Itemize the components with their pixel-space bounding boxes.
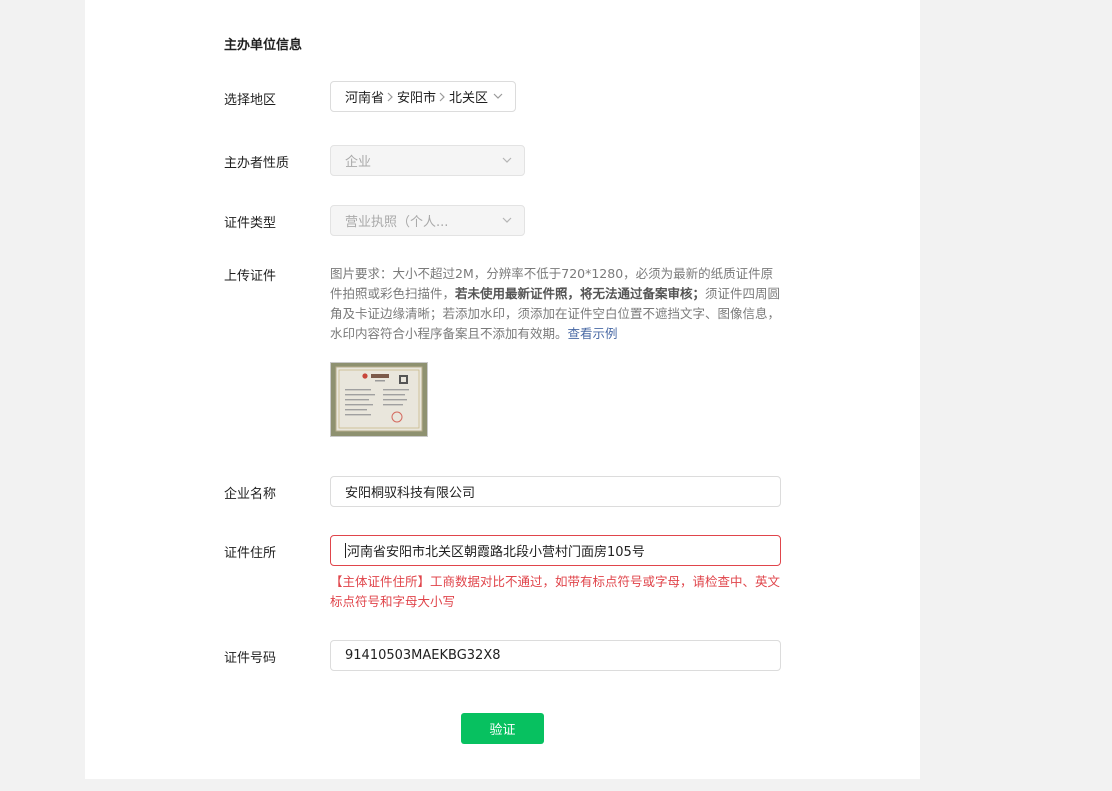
- chevron-right-icon: [386, 91, 394, 103]
- organizer-type-value: 企业: [345, 155, 372, 170]
- organizer-type-label: 主办者性质: [224, 156, 290, 171]
- license-image-icon: [331, 363, 427, 436]
- form-card: 主办单位信息 选择地区 河南省 安阳市 北关区 主办者性质 企业 证件类型 营业…: [85, 0, 920, 779]
- cert-number-value: 91410503MAEKBG32X8: [345, 648, 501, 663]
- cert-type-select[interactable]: 营业执照（个人...: [330, 205, 525, 236]
- chevron-down-icon: [493, 91, 503, 101]
- verify-button[interactable]: 验证: [461, 713, 544, 744]
- company-name-value: 安阳桐驭科技有限公司: [345, 486, 476, 501]
- cert-number-label: 证件号码: [224, 651, 277, 666]
- city-value: 安阳市: [397, 91, 437, 106]
- cert-number-input[interactable]: 91410503MAEKBG32X8: [330, 640, 781, 671]
- company-name-input[interactable]: 安阳桐驭科技有限公司: [330, 476, 781, 507]
- cert-type-value: 营业执照（个人...: [345, 215, 449, 230]
- chevron-right-icon: [438, 91, 446, 103]
- province-value: 河南省: [345, 91, 385, 106]
- help-text-emphasis: 若未使用最新证件照，将无法通过备案审核；: [455, 286, 706, 301]
- cert-address-label: 证件住所: [224, 546, 277, 561]
- chevron-down-icon: [502, 215, 512, 225]
- region-select[interactable]: 河南省 安阳市 北关区: [330, 81, 516, 112]
- organizer-type-select[interactable]: 企业: [330, 145, 525, 176]
- section-title: 主办单位信息: [224, 38, 303, 53]
- text-caret: [345, 543, 346, 558]
- district-value: 北关区: [449, 91, 489, 106]
- cert-type-label: 证件类型: [224, 216, 277, 231]
- cert-address-value: 河南省安阳市北关区朝霞路北段小营村门面房105号: [347, 545, 645, 560]
- company-name-label: 企业名称: [224, 487, 277, 502]
- cert-address-error: 【主体证件住所】工商数据对比不通过，如带有标点符号或字母，请检查中、英文标点符号…: [330, 574, 781, 609]
- cert-address-input[interactable]: 河南省安阳市北关区朝霞路北段小营村门面房105号: [330, 535, 781, 566]
- uploaded-license-thumbnail[interactable]: [330, 362, 428, 437]
- view-example-link[interactable]: 查看示例: [568, 326, 618, 341]
- chevron-down-icon: [502, 155, 512, 165]
- region-label: 选择地区: [224, 93, 277, 108]
- upload-label: 上传证件: [224, 269, 277, 284]
- upload-help-text: 图片要求：大小不超过2M，分辨率不低于720*1280，必须为最新的纸质证件原件…: [330, 264, 785, 344]
